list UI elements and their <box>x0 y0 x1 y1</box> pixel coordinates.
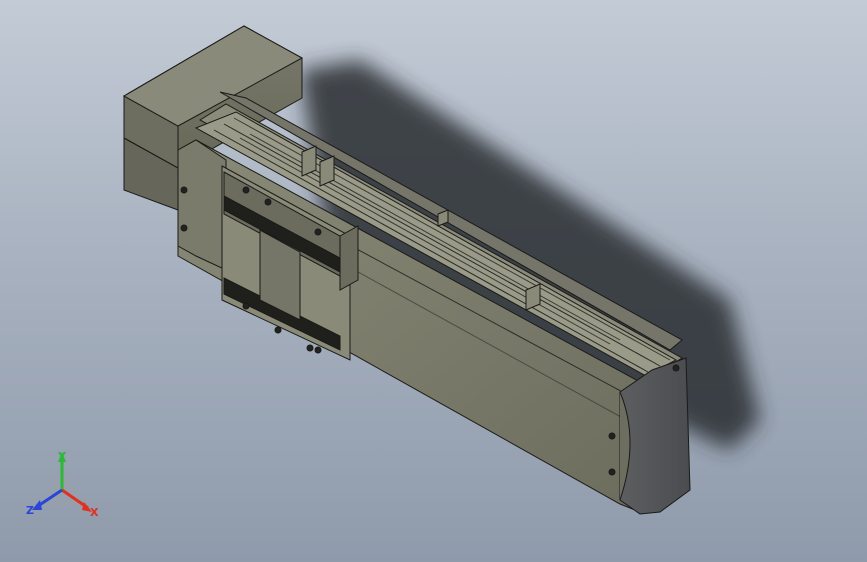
cad-viewport[interactable]: Y X Z <box>0 0 867 562</box>
rail-front-face <box>177 139 227 271</box>
model-canvas[interactable] <box>0 0 867 562</box>
z-axis-label: Z <box>26 504 34 517</box>
x-axis-label: X <box>90 506 99 519</box>
y-axis-label: Y <box>57 450 67 463</box>
axis-triad: Y X Z <box>26 450 99 519</box>
